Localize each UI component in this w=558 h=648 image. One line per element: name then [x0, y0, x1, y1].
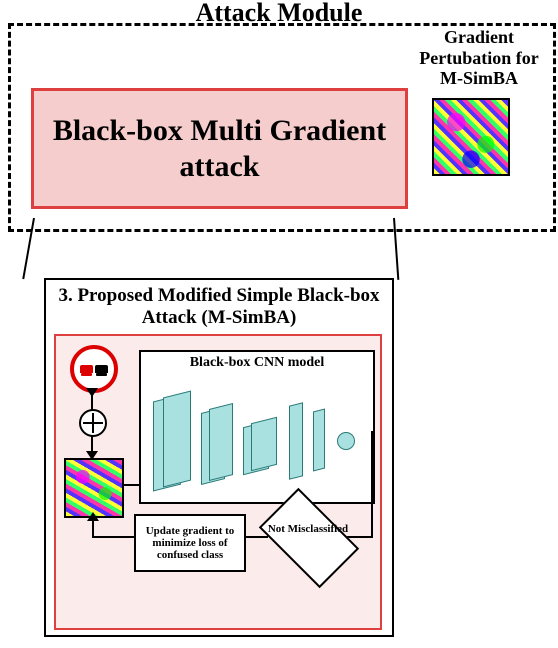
feedback-line — [371, 431, 373, 537]
update-gradient-box: Update gradient to minimize loss of conf… — [134, 514, 246, 572]
attack-banner: Black-box Multi Gradient attack — [31, 88, 408, 209]
msimba-inner: Black-box CNN model Not Misclassified Up… — [54, 334, 382, 630]
cnn-layer-icon — [209, 403, 233, 481]
cnn-layer-icon — [251, 417, 277, 471]
feedback-line — [347, 536, 373, 538]
feedback-line — [92, 536, 136, 538]
no-overtaking-sign-icon — [70, 345, 118, 393]
gradient-perturbation-swatch — [432, 98, 510, 176]
perturbed-image-icon — [64, 458, 124, 518]
cnn-title: Black-box CNN model — [141, 355, 373, 371]
update-gradient-text: Update gradient to minimize loss of conf… — [138, 525, 242, 561]
oplus-icon — [79, 409, 107, 437]
arrow-up-icon — [87, 512, 99, 521]
decision-label: Not Misclassified — [265, 524, 351, 536]
module-title: Attack Module — [0, 0, 558, 28]
arrow-down-icon — [86, 388, 98, 397]
cnn-output-node-icon — [337, 432, 355, 450]
cnn-model-box: Black-box CNN model — [139, 350, 375, 504]
arrow-right-icon — [122, 484, 140, 486]
cnn-layer-icon — [289, 402, 303, 479]
attack-banner-text: Black-box Multi Gradient attack — [38, 113, 401, 184]
cnn-layer-icon — [313, 409, 325, 472]
msimba-box: 3. Proposed Modified Simple Black-box At… — [44, 278, 394, 637]
msimba-title: 3. Proposed Modified Simple Black-box At… — [46, 285, 392, 329]
gradient-perturbation-label: Gradient Pertubation for M-SimBA — [413, 27, 545, 89]
cnn-layer-icon — [163, 391, 191, 488]
